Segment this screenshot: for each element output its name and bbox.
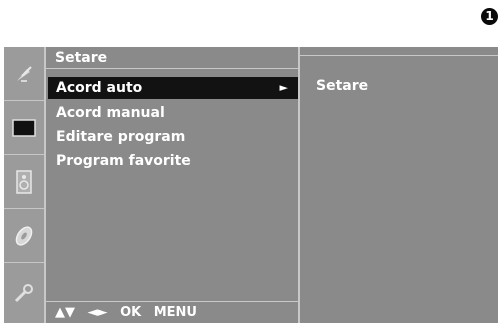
menu-item-label: Editare program	[56, 129, 186, 145]
audio-category[interactable]	[4, 155, 44, 209]
submenu-header-divider	[300, 47, 498, 56]
step-number-badge: 1	[481, 8, 498, 25]
menu-item-program-edit[interactable]: Editare program	[48, 126, 298, 148]
picture-category[interactable]	[4, 101, 44, 155]
time-category[interactable]	[4, 209, 44, 263]
menu-item-label: Acord auto	[56, 80, 143, 96]
navigation-hint-bar: ▲▼ ◄► OK MENU	[46, 301, 298, 323]
ok-key-hint: OK	[120, 305, 142, 320]
wrench-icon	[14, 284, 33, 303]
setup-category[interactable]	[4, 47, 44, 101]
option-category[interactable]	[4, 263, 44, 323]
left-right-keys-hint: ◄►	[87, 305, 108, 320]
menu-item-favorite-program[interactable]: Program favorite	[48, 150, 298, 172]
menu-item-label: Program favorite	[56, 153, 191, 169]
setup-menu-panel: Setare Acord auto ► Acord manual Editare…	[46, 47, 298, 323]
satellite-dish-icon	[17, 65, 32, 82]
menu-item-label: Acord manual	[56, 105, 165, 121]
speaker-icon	[16, 169, 32, 194]
screen-icon	[12, 118, 36, 137]
menu-item-auto-tuning[interactable]: Acord auto ►	[48, 77, 298, 99]
up-down-keys-hint: ▲▼	[55, 305, 75, 320]
submenu-arrow-icon: ►	[279, 81, 288, 94]
menu-item-manual-tuning[interactable]: Acord manual	[48, 102, 298, 124]
menu-title: Setare	[46, 47, 298, 69]
submenu-panel: Setare	[298, 47, 498, 323]
osd-menu: Setare Acord auto ► Acord manual Editare…	[4, 47, 498, 323]
submenu-option-setare[interactable]: Setare	[316, 78, 368, 94]
disc-icon	[15, 225, 33, 246]
menu-key-hint: MENU	[153, 305, 197, 320]
category-icon-strip	[4, 47, 46, 323]
